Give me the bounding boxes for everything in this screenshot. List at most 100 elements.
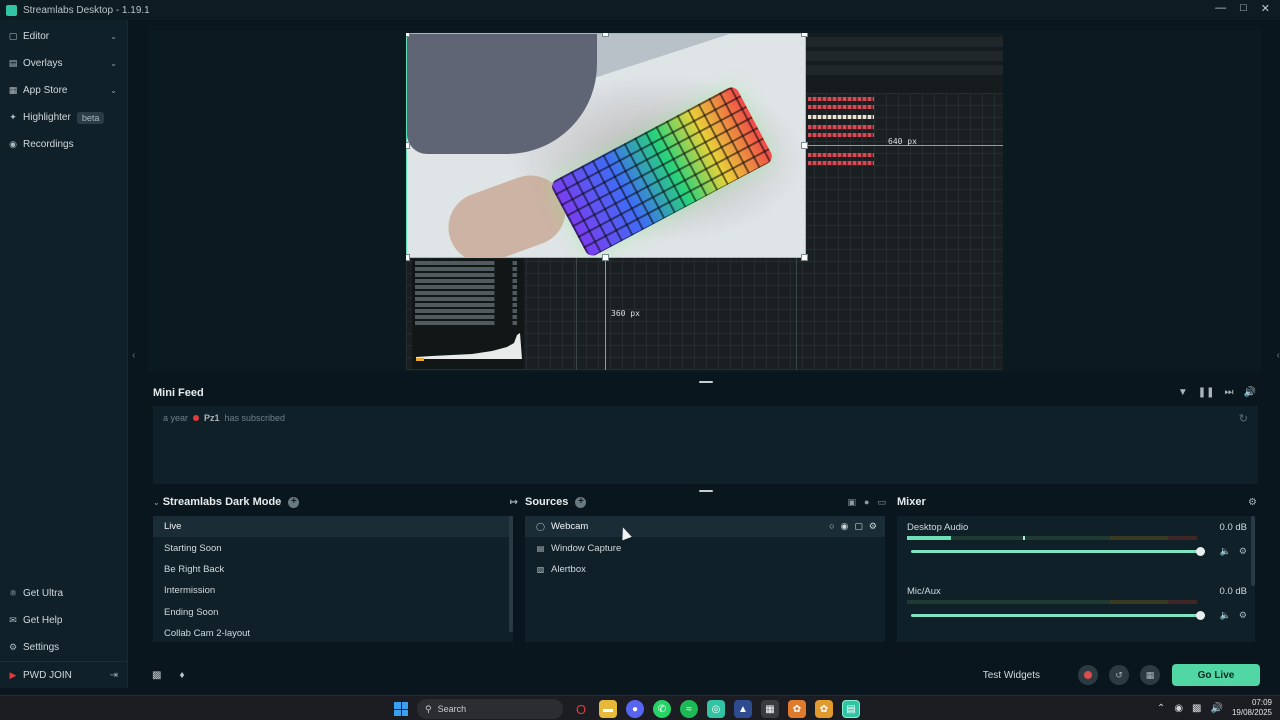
scene-item[interactable]: Intermission (153, 580, 513, 601)
chevron-down-icon[interactable]: ⌄ (110, 32, 117, 41)
resize-handle[interactable] (801, 33, 808, 37)
add-source-button[interactable]: + (575, 496, 587, 508)
replay-buffer-button[interactable]: ↺ (1109, 665, 1129, 685)
event-user: Pz1 (204, 413, 220, 423)
scene-collection-title[interactable]: Streamlabs Dark Mode (163, 496, 282, 508)
logout-icon[interactable]: ⇥ (110, 670, 118, 681)
scene-list: Live Starting Soon Be Right Back Intermi… (153, 516, 513, 642)
lock-icon[interactable]: ○ (829, 521, 834, 532)
collapse-left-icon[interactable]: ‹ (132, 350, 135, 361)
resize-handle[interactable] (602, 254, 609, 261)
app-icon[interactable]: ▦ (761, 700, 779, 718)
close-icon[interactable]: ✕ (1261, 2, 1270, 15)
microphone-icon[interactable]: ◉ (1174, 703, 1183, 714)
add-scene-button[interactable]: + (288, 496, 300, 508)
sidebar-item-highlighter[interactable]: ✦ Highlighter beta (0, 104, 127, 131)
sidebar-item-recordings[interactable]: ◉ Recordings (0, 131, 127, 158)
opera-icon[interactable]: O (572, 700, 590, 718)
feed-event[interactable]: a year Pz1 has subscribed (163, 413, 285, 423)
resize-handle[interactable] (406, 254, 410, 261)
sidebar-item-editor[interactable]: ▢ Editor ⌄ (0, 23, 127, 50)
volume-icon[interactable]: 🔊 (1211, 703, 1223, 714)
audio-clip (808, 153, 874, 157)
sidebar-item-settings[interactable]: ⚙ Settings (0, 634, 128, 661)
clock[interactable]: 07:09 19/08/2025 (1232, 698, 1272, 718)
network-icon[interactable]: ▩ (1192, 703, 1201, 714)
account-label: PWD JOIN (23, 669, 72, 681)
whatsapp-icon[interactable]: ✆ (653, 700, 671, 718)
file-explorer-icon[interactable]: ▬ (599, 700, 617, 718)
record-button[interactable] (1078, 665, 1098, 685)
volume-slider[interactable] (911, 547, 1205, 556)
taskbar-search[interactable]: ⚲ Search (417, 699, 563, 719)
mini-feed-header: Mini Feed ▼ ❚❚ ⏭ 🔊 (148, 383, 1262, 403)
gear-icon[interactable]: ⚙ (1239, 610, 1247, 621)
pause-icon[interactable]: ❚❚ (1198, 387, 1215, 398)
scenes-panel: ⌄ Streamlabs Dark Mode + ↦ Live Starting… (148, 492, 518, 652)
app-icon[interactable]: ▲ (734, 700, 752, 718)
stats-icon[interactable]: ▩ (152, 670, 161, 681)
test-widgets-button[interactable]: Test Widgets (983, 670, 1040, 681)
chevron-down-icon[interactable]: ⌄ (153, 498, 160, 507)
resize-handle[interactable] (406, 33, 410, 37)
volume-meter (907, 600, 1197, 604)
beta-badge: beta (76, 111, 105, 124)
windows-start-icon[interactable] (394, 702, 408, 716)
gear-icon[interactable]: ⚙ (869, 521, 877, 532)
folder-icon[interactable]: ▭ (877, 497, 886, 508)
fl-studio-icon[interactable]: ✿ (815, 700, 833, 718)
fl-studio-icon[interactable]: ✿ (788, 700, 806, 718)
repeat-icon[interactable]: ↻ (1239, 412, 1248, 425)
scene-item[interactable]: Ending Soon (153, 602, 513, 623)
scene-item[interactable]: Live (153, 516, 513, 538)
app-icon[interactable]: ◎ (707, 700, 725, 718)
sidebar-item-get-ultra[interactable]: ⚛ Get Ultra (0, 580, 128, 607)
skip-icon[interactable]: ⏭ (1225, 387, 1234, 398)
resize-handle[interactable] (801, 142, 808, 149)
preview-canvas[interactable]: 640 px 360 px (406, 33, 1003, 370)
chevron-up-icon[interactable]: ⌃ (1157, 703, 1165, 714)
collapse-right-icon[interactable]: ‹ (1277, 350, 1280, 361)
taskbar-apps: ⚲ Search O ▬ ● ✆ ≈ ◎ ▲ ▦ ✿ ✿ ▤ (394, 699, 860, 719)
resize-handle[interactable] (406, 142, 410, 149)
schedule-button[interactable]: ▦ (1140, 665, 1160, 685)
scene-item[interactable]: Collab Cam 2-layout (153, 623, 513, 644)
minimize-icon[interactable]: — (1215, 2, 1226, 15)
volume-icon[interactable]: 🔊 (1244, 387, 1256, 398)
source-item-webcam[interactable]: ◯ Webcam ○ ◉ ▢ ⚙ (525, 516, 885, 538)
account-item[interactable]: ▶ PWD JOIN ⇥ (0, 661, 128, 688)
maximize-icon[interactable]: □ (1240, 2, 1247, 15)
discord-icon[interactable]: ● (626, 700, 644, 718)
webcam-source[interactable] (406, 33, 806, 258)
mute-icon[interactable]: 🔈 (1220, 610, 1231, 621)
volume-slider[interactable] (911, 611, 1205, 620)
notification-bell-icon[interactable]: ♦ (179, 670, 184, 681)
spotify-icon[interactable]: ≈ (680, 700, 698, 718)
resize-handle[interactable] (801, 254, 808, 261)
gear-icon[interactable]: ⚙ (1248, 497, 1257, 508)
resize-handle[interactable] (602, 33, 609, 37)
gear-icon[interactable]: ⚙ (1239, 546, 1247, 557)
group-icon[interactable]: ▣ (848, 497, 857, 508)
trash-icon[interactable]: ▢ (854, 521, 863, 532)
highlighter-icon: ✦ (9, 112, 17, 122)
scrollbar[interactable] (509, 516, 513, 632)
chevron-down-icon[interactable]: ⌄ (110, 86, 117, 95)
mute-icon[interactable]: 🔈 (1220, 546, 1231, 557)
scrollbar[interactable] (1251, 516, 1255, 586)
sidebar-item-get-help[interactable]: ✉ Get Help (0, 607, 128, 634)
go-live-button[interactable]: Go Live (1172, 664, 1260, 686)
scene-item[interactable]: Starting Soon (153, 537, 513, 558)
streamlabs-taskbar-icon[interactable]: ▤ (842, 700, 860, 718)
sidebar-item-app-store[interactable]: ▦ App Store ⌄ (0, 77, 127, 104)
transition-icon[interactable]: ↦ (510, 497, 518, 508)
height-label: 360 px (611, 309, 640, 318)
lock-icon[interactable]: ● (864, 497, 869, 508)
eye-icon[interactable]: ◉ (841, 521, 849, 532)
source-item-alertbox[interactable]: ▨ Alertbox (525, 559, 885, 580)
scene-item[interactable]: Be Right Back (153, 559, 513, 580)
chevron-down-icon[interactable]: ⌄ (110, 59, 117, 68)
sidebar-item-overlays[interactable]: ▤ Overlays ⌄ (0, 50, 127, 77)
filter-icon[interactable]: ▼ (1178, 387, 1188, 398)
source-item-window-capture[interactable]: ▤ Window Capture (525, 537, 885, 558)
